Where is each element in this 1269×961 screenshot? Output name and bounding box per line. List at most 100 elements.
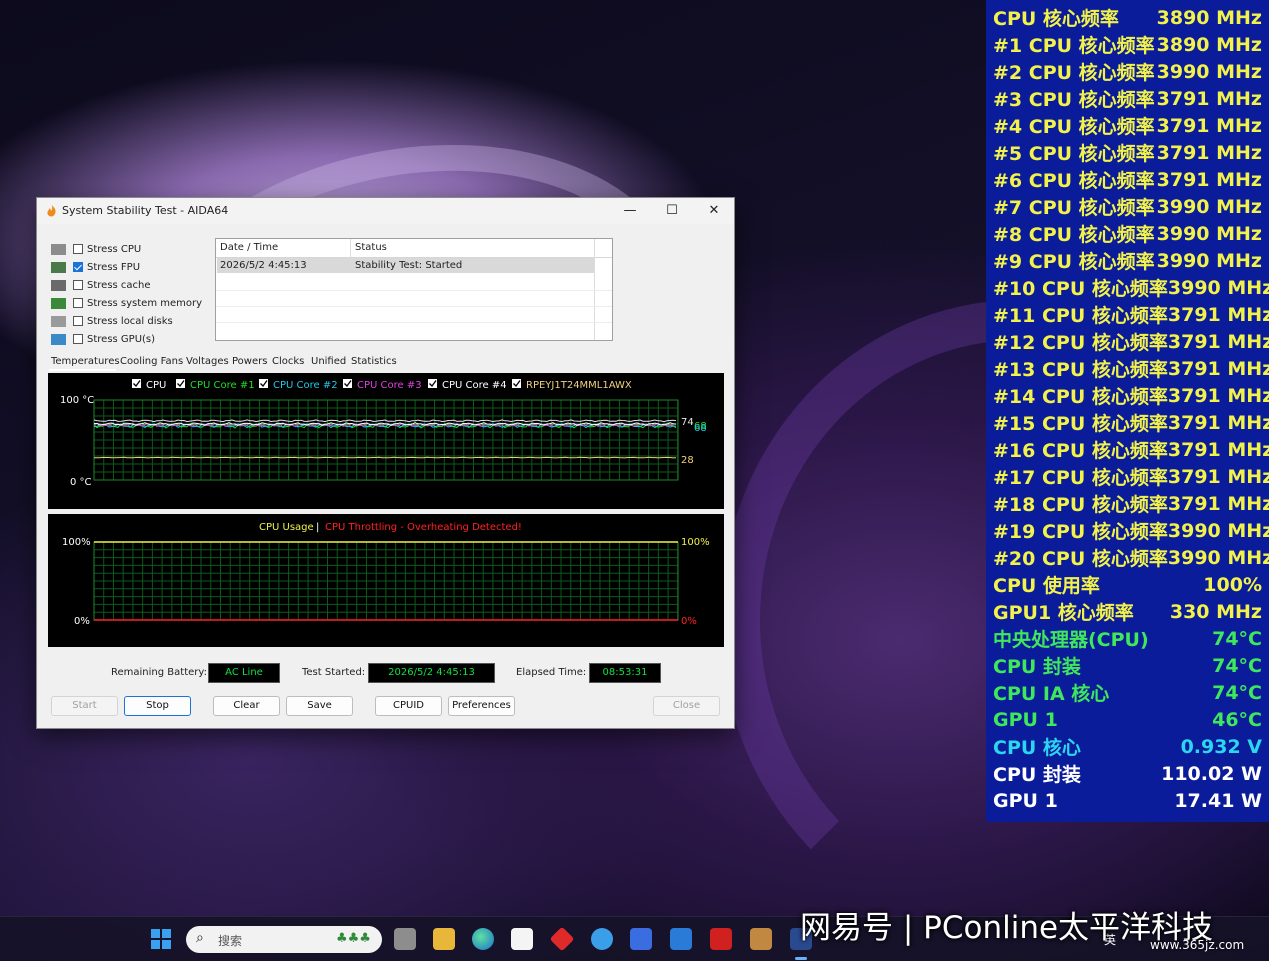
sensor-label: CPU 使用率 xyxy=(993,575,1100,597)
sensor-value: 100% xyxy=(1203,573,1262,596)
log-table[interactable]: Date / Time Status 2026/5/2 4:45:13 Stab… xyxy=(215,238,613,341)
stress-option-checkbox[interactable] xyxy=(73,334,83,344)
sensor-value: 3791 MHz xyxy=(1156,168,1262,191)
cpu-usage-graph: CPU Usage | CPU Throttling - Overheating… xyxy=(48,514,724,647)
sensor-label: GPU 1 xyxy=(993,708,1058,731)
legend-label: CPU xyxy=(146,380,166,391)
sensor-label: #17 CPU 核心频率 xyxy=(993,467,1168,489)
sensor-label: #15 CPU 核心频率 xyxy=(993,413,1168,435)
preferences-button[interactable]: Preferences xyxy=(448,696,515,716)
sensor-row: #15 CPU 核心频率 3791 MHz xyxy=(986,409,1269,436)
stress-option-row[interactable]: Stress cache xyxy=(51,277,151,293)
fpu-123-icon xyxy=(51,261,66,273)
clear-button[interactable]: Clear xyxy=(213,696,280,716)
stress-option-row[interactable]: Stress local disks xyxy=(51,313,173,329)
taskbar-search[interactable]: ⌕ 搜索 ♣♣♣ xyxy=(186,926,382,953)
tab-temperatures[interactable]: Temperatures xyxy=(51,356,120,367)
tab-unified[interactable]: Unified xyxy=(311,356,346,367)
stress-option-checkbox[interactable] xyxy=(73,244,83,254)
sensor-label: GPU1 核心频率 xyxy=(993,602,1134,624)
tab-clocks[interactable]: Clocks xyxy=(272,356,304,367)
sensor-value: 3791 MHz xyxy=(1167,465,1269,488)
stress-option-label: Stress CPU xyxy=(87,243,142,255)
edge-browser-icon[interactable] xyxy=(472,928,494,950)
legend-label: CPU Core #2 xyxy=(273,380,338,391)
sensor-row: CPU 核心频率 3890 MHz xyxy=(986,4,1269,31)
close-window-button[interactable]: ✕ xyxy=(692,198,736,224)
stress-option-row[interactable]: Stress CPU xyxy=(51,241,141,257)
sensor-label: #19 CPU 核心频率 xyxy=(993,521,1168,543)
start-button[interactable]: Start xyxy=(51,696,118,716)
stress-option-checkbox[interactable] xyxy=(73,298,83,308)
temp-right-label-74: 74 xyxy=(681,417,694,428)
start-menu-icon[interactable] xyxy=(150,928,172,950)
sensor-row: #1 CPU 核心频率 3890 MHz xyxy=(986,31,1269,58)
log-row[interactable]: 2026/5/2 4:45:13 Stability Test: Started xyxy=(217,258,594,273)
column-header-datetime[interactable]: Date / Time xyxy=(220,242,278,253)
tab-cooling-fans[interactable]: Cooling Fans xyxy=(120,356,183,367)
sensor-value: 3990 MHz xyxy=(1167,546,1269,569)
sensor-value: 3990 MHz xyxy=(1156,249,1262,272)
package-app-icon[interactable] xyxy=(750,928,772,950)
wps-icon[interactable] xyxy=(710,928,732,950)
sensor-value: 74°C xyxy=(1212,654,1262,677)
sensor-label: #3 CPU 核心频率 xyxy=(993,89,1155,111)
tab-powers[interactable]: Powers xyxy=(232,356,267,367)
settings-app-icon[interactable] xyxy=(591,928,613,950)
legend-label: CPU Core #4 xyxy=(442,380,507,391)
stress-option-checkbox[interactable] xyxy=(73,316,83,326)
save-button[interactable]: Save xyxy=(286,696,353,716)
log-cell-datetime: 2026/5/2 4:45:13 xyxy=(220,260,307,271)
stress-option-checkbox[interactable] xyxy=(73,280,83,290)
sensor-row: CPU 核心 0.932 V xyxy=(986,733,1269,760)
column-header-status[interactable]: Status xyxy=(355,242,387,253)
sensor-label: #8 CPU 核心频率 xyxy=(993,224,1155,246)
cpuid-button[interactable]: CPUID xyxy=(375,696,442,716)
title-bar[interactable]: System Stability Test - AIDA64 — ☐ ✕ xyxy=(37,198,734,224)
stress-option-label: Stress system memory xyxy=(87,297,203,309)
minimize-button[interactable]: — xyxy=(608,198,652,224)
blue-app-icon[interactable] xyxy=(630,928,652,950)
elapsed-time-value: 08:53:31 xyxy=(589,663,661,683)
sensor-row: #3 CPU 核心频率 3791 MHz xyxy=(986,85,1269,112)
outlook-icon[interactable] xyxy=(670,928,692,950)
stress-option-row[interactable]: Stress GPU(s) xyxy=(51,331,155,347)
sensor-label: #7 CPU 核心频率 xyxy=(993,197,1155,219)
sensor-value: 3791 MHz xyxy=(1156,141,1262,164)
sensor-label: #11 CPU 核心频率 xyxy=(993,305,1168,327)
sensor-row: #13 CPU 核心频率 3791 MHz xyxy=(986,355,1269,382)
stress-option-label: Stress cache xyxy=(87,279,151,291)
log-table-header: Date / Time Status xyxy=(216,239,612,340)
window-title: System Stability Test - AIDA64 xyxy=(62,204,229,217)
sensor-value: 3990 MHz xyxy=(1156,60,1262,83)
battery-label: Remaining Battery: xyxy=(111,667,207,678)
sensor-label: #9 CPU 核心频率 xyxy=(993,251,1155,273)
elapsed-time-label: Elapsed Time: xyxy=(516,667,587,678)
sensor-row: #2 CPU 核心频率 3990 MHz xyxy=(986,58,1269,85)
sensor-value: 3990 MHz xyxy=(1156,222,1262,245)
usage-right-top-label: 100% xyxy=(681,537,710,548)
file-explorer-icon[interactable] xyxy=(433,928,455,950)
microsoft-store-icon[interactable] xyxy=(511,928,533,950)
red-app-icon[interactable] xyxy=(549,926,575,952)
stop-button[interactable]: Stop xyxy=(124,696,191,716)
sensor-row: GPU 1 46°C xyxy=(986,706,1269,733)
usage-y-top-label: 100% xyxy=(62,537,91,548)
sensor-row: #18 CPU 核心频率 3791 MHz xyxy=(986,490,1269,517)
task-view-icon[interactable] xyxy=(394,928,416,950)
stress-option-row[interactable]: Stress FPU xyxy=(51,259,140,275)
maximize-button[interactable]: ☐ xyxy=(650,198,694,224)
test-started-label: Test Started: xyxy=(302,667,366,678)
sensor-label: #5 CPU 核心频率 xyxy=(993,143,1155,165)
sensor-row: #19 CPU 核心频率 3990 MHz xyxy=(986,517,1269,544)
stress-option-checkbox[interactable] xyxy=(73,262,83,272)
tab-statistics[interactable]: Statistics xyxy=(351,356,397,367)
sensor-value: 3990 MHz xyxy=(1167,276,1269,299)
temp-y-top-label: 100 °C xyxy=(60,395,94,406)
stress-option-row[interactable]: Stress system memory xyxy=(51,295,202,311)
sensor-label: CPU 封装 xyxy=(993,764,1081,786)
stress-option-label: Stress FPU xyxy=(87,261,141,273)
sensor-row: #7 CPU 核心频率 3990 MHz xyxy=(986,193,1269,220)
close-button[interactable]: Close xyxy=(653,696,720,716)
tab-voltages[interactable]: Voltages xyxy=(186,356,229,367)
